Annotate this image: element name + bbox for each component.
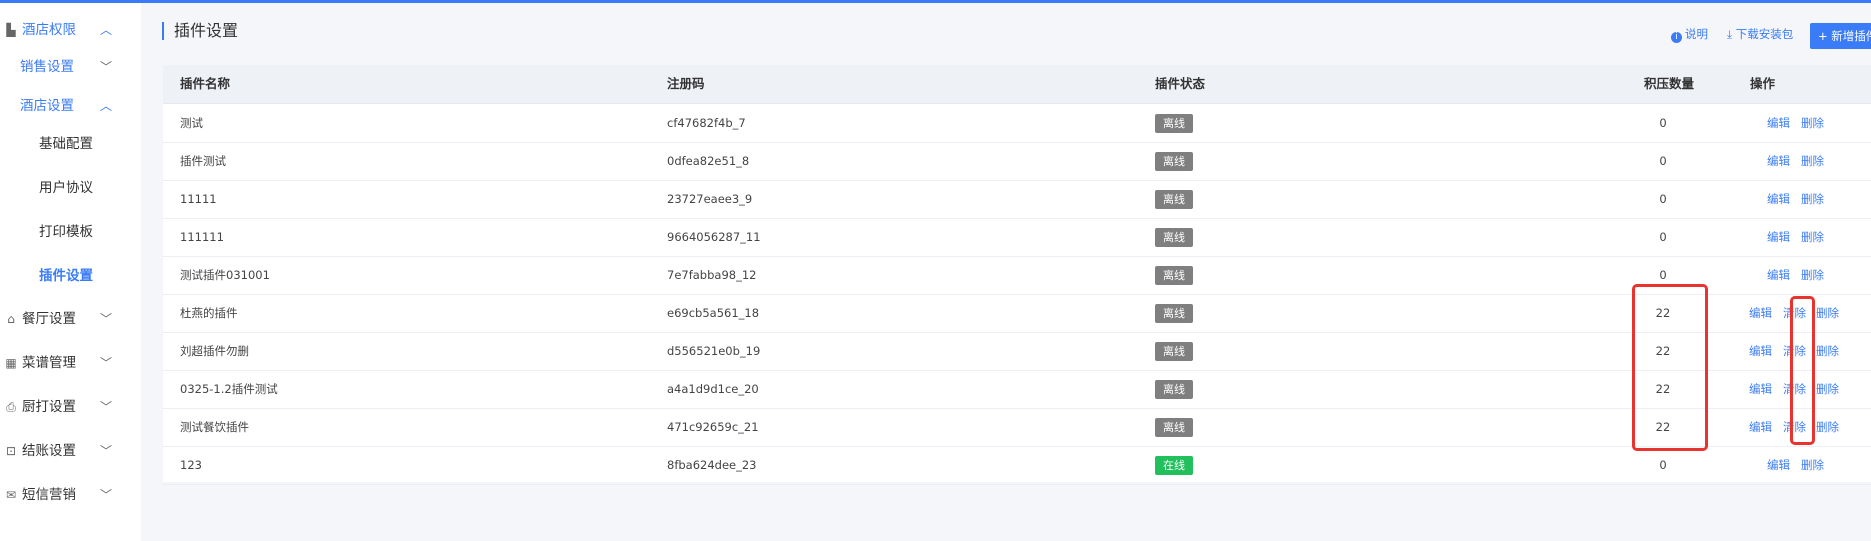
checkout-icon: ⊡ — [5, 444, 17, 458]
delete-button[interactable]: 删除 — [1801, 256, 1824, 294]
chevron-down-icon: ﹀ — [100, 488, 113, 502]
status-badge: 离线 — [1155, 228, 1193, 247]
download-icon: ⤓ — [1727, 27, 1733, 41]
table-row: 0325-1.2插件测试 a4a1d9d1ce_20 离线 22 编辑 清除 删除 — [163, 370, 1871, 409]
top-accent-bar — [0, 0, 1871, 3]
registration-code: 471c92659c_21 — [667, 420, 759, 434]
plugin-name: 插件测试 — [180, 154, 226, 168]
edit-button[interactable]: 编辑 — [1767, 218, 1790, 256]
column-header-code: 注册码 — [667, 76, 705, 91]
table-row: 测试插件031001 7e7fabba98_12 离线 0 编辑 删除 — [163, 256, 1871, 295]
plugin-name: 刘超插件勿删 — [180, 344, 249, 358]
table-row: 测试 cf47682f4b_7 离线 0 编辑 删除 — [163, 104, 1871, 143]
delete-button[interactable]: 删除 — [1801, 218, 1824, 256]
delete-button[interactable]: 删除 — [1816, 294, 1839, 332]
clear-action-highlight-box — [1790, 296, 1815, 445]
registration-code: a4a1d9d1ce_20 — [667, 382, 759, 396]
status-badge: 离线 — [1155, 342, 1193, 361]
plugin-name: 11111 — [180, 192, 217, 206]
edit-button[interactable]: 编辑 — [1749, 332, 1772, 370]
chevron-up-icon: ︿ — [100, 99, 113, 113]
registration-code: 9664056287_11 — [667, 230, 761, 244]
plugin-name: 123 — [180, 458, 202, 472]
plugin-name: 0325-1.2插件测试 — [180, 382, 278, 396]
status-badge: 离线 — [1155, 190, 1193, 209]
delete-button[interactable]: 删除 — [1816, 370, 1839, 408]
backlog-highlight-box — [1632, 284, 1708, 451]
backlog-count: 0 — [1659, 230, 1667, 244]
plugin-table: 插件名称 注册码 插件状态 积压数量 操作 测试 cf47682f4b_7 离线 0 编… — [163, 65, 1871, 485]
plugin-name: 111111 — [180, 230, 224, 244]
registration-code: cf47682f4b_7 — [667, 116, 746, 130]
edit-button[interactable]: 编辑 — [1767, 142, 1790, 180]
registration-code: 0dfea82e51_8 — [667, 154, 750, 168]
delete-button[interactable]: 删除 — [1816, 332, 1839, 370]
edit-button[interactable]: 编辑 — [1749, 370, 1772, 408]
restaurant-icon: ⌂ — [7, 312, 15, 326]
delete-button[interactable]: 删除 — [1816, 408, 1839, 446]
backlog-count: 0 — [1659, 154, 1667, 168]
hotel-icon: ▙ — [6, 23, 16, 37]
plugin-name: 测试餐饮插件 — [180, 420, 249, 434]
column-header-actions: 操作 — [1750, 76, 1776, 91]
edit-button[interactable]: 编辑 — [1749, 408, 1772, 446]
registration-code: 8fba624dee_23 — [667, 458, 757, 472]
column-header-status: 插件状态 — [1155, 76, 1206, 91]
page-title: 插件设置 — [162, 22, 238, 40]
delete-button[interactable]: 删除 — [1801, 446, 1824, 484]
registration-code: 7e7fabba98_12 — [667, 268, 757, 282]
registration-code: 23727eaee3_9 — [667, 192, 753, 206]
table-row: 111111 9664056287_11 离线 0 编辑 删除 — [163, 218, 1871, 257]
plugin-name: 杜燕的插件 — [180, 306, 238, 320]
info-icon: i — [1671, 32, 1682, 43]
table-row: 11111 23727eaee3_9 离线 0 编辑 删除 — [163, 180, 1871, 219]
column-header-name: 插件名称 — [180, 76, 231, 91]
edit-button[interactable]: 编辑 — [1767, 446, 1790, 484]
chevron-down-icon: ﹀ — [100, 312, 113, 326]
edit-button[interactable]: 编辑 — [1749, 294, 1772, 332]
backlog-count: 0 — [1659, 192, 1667, 206]
status-badge: 离线 — [1155, 152, 1193, 171]
status-badge: 离线 — [1155, 304, 1193, 323]
chevron-down-icon: ﹀ — [100, 400, 113, 414]
chevron-down-icon: ﹀ — [100, 60, 113, 74]
sidebar: ▙ 酒店权限 ︿ 销售设置 ﹀ 酒店设置 ︿ 基础配置 用户协议 打印模板 插件… — [0, 3, 141, 541]
column-header-backlog: 积压数量 — [1644, 76, 1695, 91]
add-plugin-button[interactable]: + 新增插件 — [1810, 23, 1871, 49]
backlog-count: 0 — [1659, 458, 1667, 472]
table-row: 刘超插件勿删 d556521e0b_19 离线 22 编辑 清除 删除 — [163, 332, 1871, 371]
registration-code: e69cb5a561_18 — [667, 306, 760, 320]
chevron-down-icon: ﹀ — [100, 356, 113, 370]
chevron-up-icon: ︿ — [100, 23, 113, 37]
delete-button[interactable]: 删除 — [1801, 180, 1824, 218]
status-badge: 离线 — [1155, 380, 1193, 399]
edit-button[interactable]: 编辑 — [1767, 256, 1790, 294]
table-row: 测试餐饮插件 471c92659c_21 离线 22 编辑 清除 删除 — [163, 408, 1871, 447]
status-badge: 离线 — [1155, 114, 1193, 133]
printer-icon: ⎙ — [6, 400, 16, 414]
grid-icon: ▦ — [5, 356, 17, 370]
download-package-link[interactable]: ⤓ 下载安装包 — [1727, 26, 1793, 42]
chevron-down-icon: ﹀ — [100, 444, 113, 458]
status-badge: 在线 — [1155, 456, 1193, 475]
mail-icon: ✉ — [5, 488, 17, 502]
delete-button[interactable]: 删除 — [1801, 104, 1824, 142]
edit-button[interactable]: 编辑 — [1767, 104, 1790, 142]
registration-code: d556521e0b_19 — [667, 344, 761, 358]
table-row: 插件测试 0dfea82e51_8 离线 0 编辑 删除 — [163, 142, 1871, 181]
table-row: 123 8fba624dee_23 在线 0 编辑 删除 — [163, 446, 1871, 485]
status-badge: 离线 — [1155, 418, 1193, 437]
status-badge: 离线 — [1155, 266, 1193, 285]
delete-button[interactable]: 删除 — [1801, 142, 1824, 180]
table-header: 插件名称 注册码 插件状态 积压数量 操作 — [163, 65, 1871, 104]
plugin-name: 测试插件031001 — [180, 268, 270, 282]
backlog-count: 0 — [1659, 116, 1667, 130]
edit-button[interactable]: 编辑 — [1767, 180, 1790, 218]
plugin-name: 测试 — [180, 116, 203, 130]
table-row: 杜燕的插件 e69cb5a561_18 离线 22 编辑 清除 删除 — [163, 294, 1871, 333]
help-link[interactable]: i 说明 — [1671, 26, 1708, 43]
